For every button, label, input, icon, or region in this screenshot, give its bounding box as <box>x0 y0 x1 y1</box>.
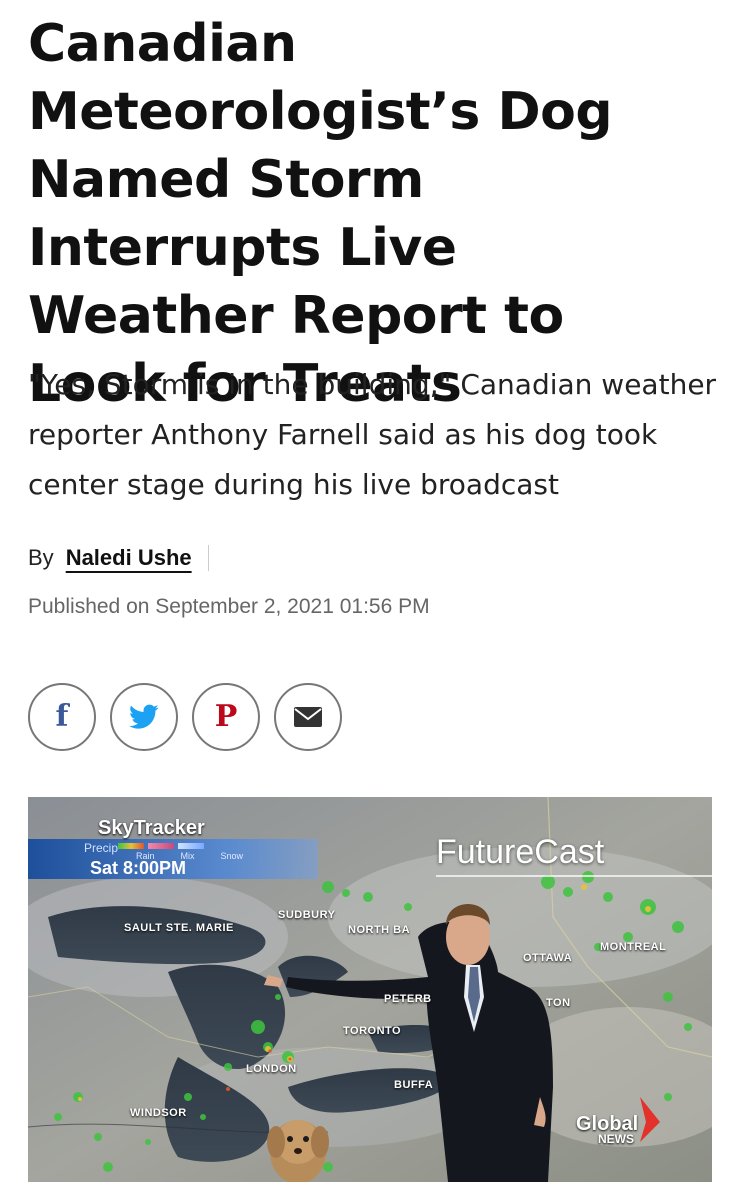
author-link[interactable]: Naledi Ushe <box>66 545 192 571</box>
twitter-icon <box>129 704 159 729</box>
article-dek: "Yes, Storm is in the building," Canadia… <box>28 368 717 501</box>
email-icon <box>294 707 322 727</box>
share-pinterest-button[interactable]: P <box>192 683 260 751</box>
city-label: TON <box>546 997 571 1009</box>
city-label: MONTREAL <box>600 941 667 953</box>
futurecast-underline <box>436 875 712 877</box>
article-headline: Canadian Meteorologist’s Dog Named Storm… <box>28 14 613 414</box>
hero-image: SkyTracker Precip Rain Mix Snow Sat 8:00… <box>28 797 712 1182</box>
city-label: LONDON <box>246 1063 297 1075</box>
precip-label: Precip <box>84 841 119 855</box>
share-twitter-button[interactable] <box>110 683 178 751</box>
published-date: Published on September 2, 2021 01:56 PM <box>28 595 430 618</box>
share-facebook-button[interactable]: f <box>28 683 96 751</box>
share-email-button[interactable] <box>274 683 342 751</box>
city-label: SUDBURY <box>278 909 336 921</box>
city-label: PETERB <box>384 993 432 1005</box>
byline-prefix: By <box>28 545 54 570</box>
futurecast-title: FutureCast <box>436 833 605 871</box>
skytracker-panel: SkyTracker Precip Rain Mix Snow Sat 8:00… <box>28 813 328 881</box>
share-bar: f P <box>28 683 342 751</box>
city-label: SAULT STE. MARIE <box>124 922 234 934</box>
city-label: WINDSOR <box>130 1107 187 1119</box>
global-news-logo: Global NEWS <box>576 1113 639 1146</box>
byline: By Naledi Ushe <box>28 545 209 571</box>
forecast-time: Sat 8:00PM <box>90 858 187 878</box>
skytracker-title: SkyTracker <box>98 817 205 839</box>
precip-legend <box>118 843 204 849</box>
city-label: OTTAWA <box>523 952 573 964</box>
city-label: BUFFA <box>394 1079 434 1091</box>
pinterest-icon: P <box>214 699 238 734</box>
facebook-icon: f <box>55 699 69 734</box>
city-label: TORONTO <box>343 1025 402 1037</box>
byline-divider <box>207 545 209 571</box>
city-label: NORTH BA <box>348 924 411 936</box>
